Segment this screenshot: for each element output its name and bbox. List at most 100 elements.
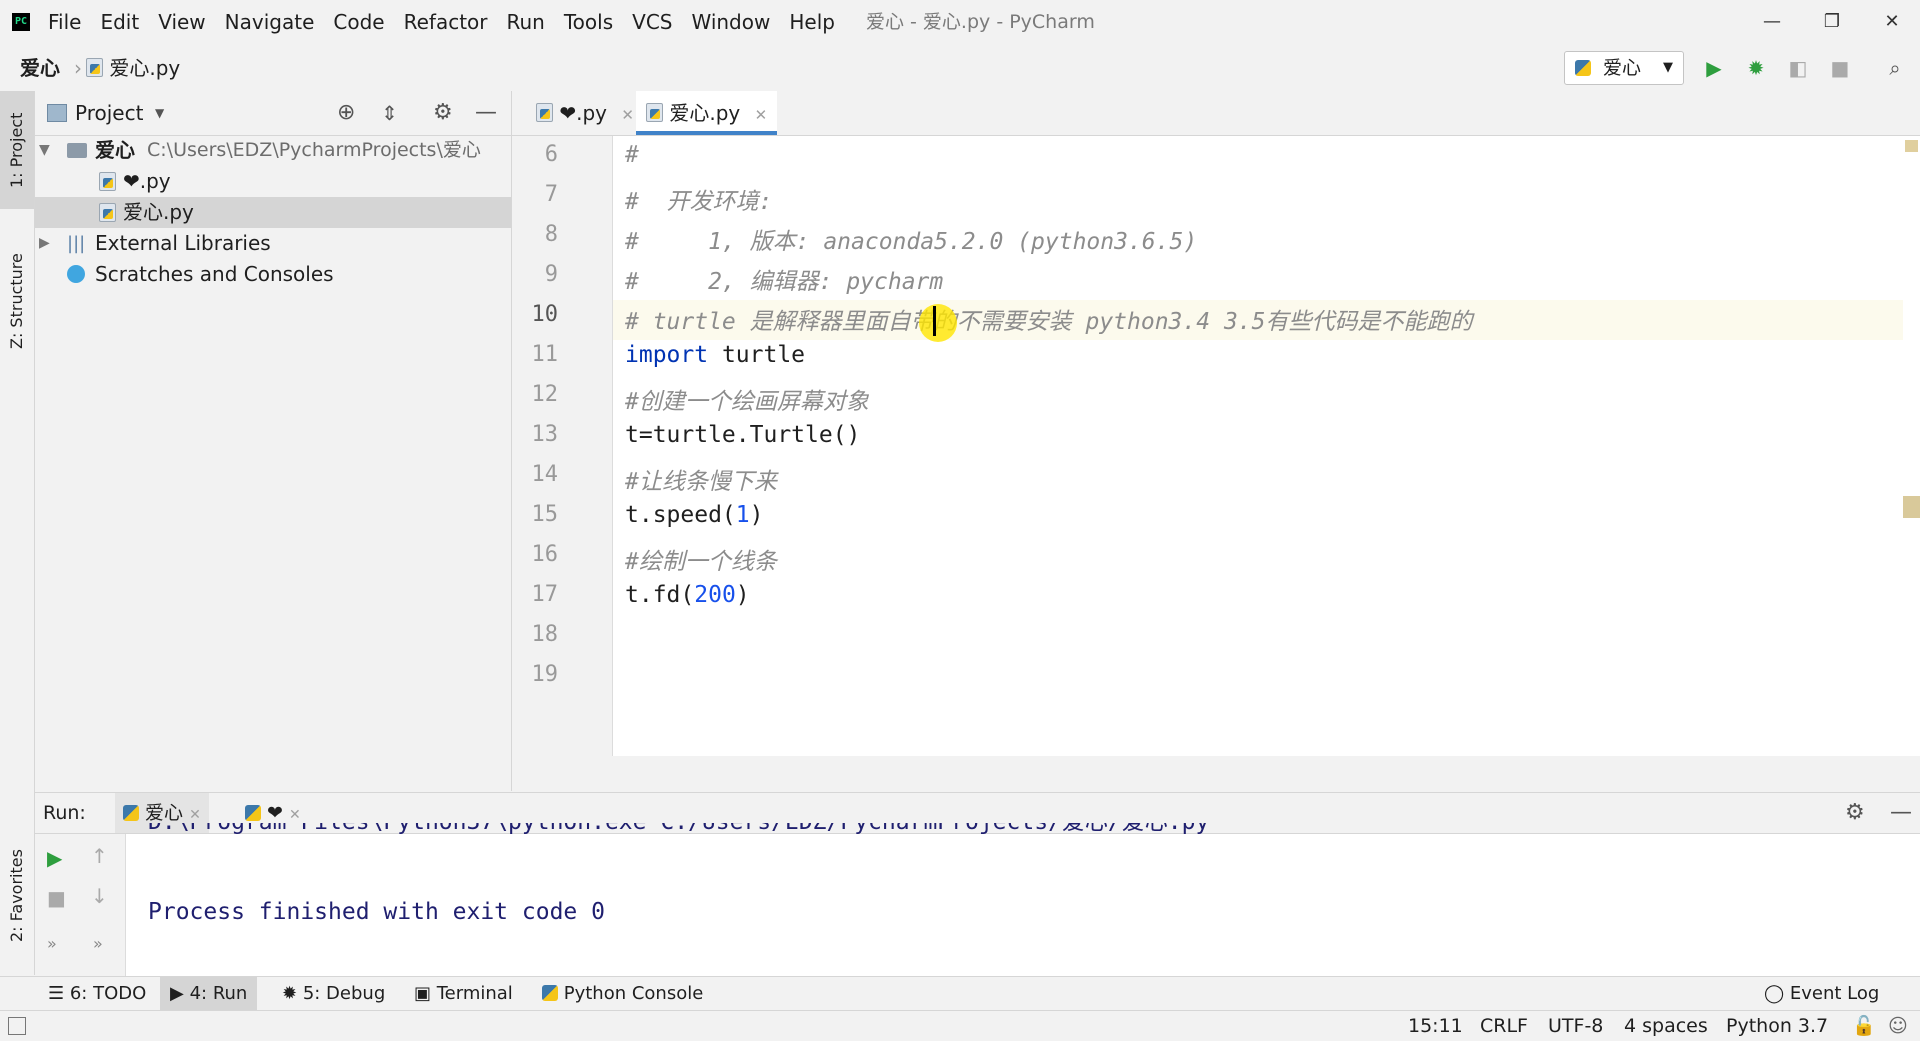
line-number: 10 — [531, 302, 559, 327]
menu-help[interactable]: Help — [789, 0, 835, 44]
left-tool-strip: 1: Project Z: Structure 2: Favorites — [0, 91, 35, 975]
run-tab-label: 爱心 — [145, 802, 184, 824]
breadcrumb-file[interactable]: 爱心.py — [86, 45, 180, 91]
code-editor[interactable]: # # 开发环境: # 1, 版本: anaconda5.2.0 (python… — [613, 136, 1903, 756]
navigation-bar: 爱心 › 爱心.py 爱心 ▼ ▶ ✹ ◧ ■ ⌕ — [0, 45, 1920, 92]
tab-label: ❤.py — [559, 101, 608, 125]
arrow-up-icon[interactable]: ↑ — [91, 844, 108, 868]
editor-scrollbar[interactable] — [1903, 136, 1920, 756]
hide-panel-icon[interactable]: — — [475, 91, 497, 135]
debug-bug-icon: ✹ — [282, 983, 303, 1004]
line-number-gutter: 6 7 8 9 10 11 12 13 14 15 16 17 18 19 — [512, 136, 613, 756]
line-number: 9 — [544, 262, 558, 287]
lock-icon[interactable]: 🔓 — [1852, 1011, 1876, 1041]
breadcrumb-project[interactable]: 爱心 — [20, 45, 60, 91]
close-window-button[interactable]: ✕ — [1864, 0, 1920, 44]
line-number: 19 — [531, 662, 559, 687]
more-icon[interactable]: » — [93, 934, 103, 953]
search-icon[interactable]: ⌕ — [1884, 57, 1906, 79]
menu-code[interactable]: Code — [333, 0, 384, 44]
run-configuration-label: 爱心 — [1603, 57, 1642, 79]
menu-run[interactable]: Run — [507, 0, 545, 44]
todo-tool-tab[interactable]: ☰ 6: TODO — [38, 977, 156, 1011]
menu-view[interactable]: View — [158, 0, 205, 44]
menu-window[interactable]: Window — [691, 0, 770, 44]
hide-panel-icon[interactable]: — — [1890, 793, 1912, 833]
indent-setting[interactable]: 4 spaces — [1624, 1011, 1708, 1041]
close-tab-icon[interactable]: ✕ — [189, 807, 201, 823]
gear-icon[interactable]: ⚙ — [1845, 793, 1865, 833]
terminal-tool-tab[interactable]: ▣ Terminal — [404, 977, 523, 1011]
menu-edit[interactable]: Edit — [100, 0, 139, 44]
line-separator[interactable]: CRLF — [1480, 1011, 1528, 1041]
debug-bug-icon[interactable]: ✹ — [1745, 57, 1767, 79]
tree-item-heart-file[interactable]: ❤.py — [35, 166, 511, 197]
tree-item-scratches[interactable]: Scratches and Consoles — [35, 259, 511, 290]
more-icon[interactable]: » — [47, 934, 57, 953]
tool-tab-label: Event Log — [1789, 983, 1880, 1004]
code-line: t.speed(1) — [625, 502, 764, 528]
stop-icon[interactable]: ■ — [1829, 57, 1851, 79]
close-tab-icon[interactable]: ✕ — [289, 807, 301, 823]
code-line: t.fd(200) — [625, 582, 750, 608]
structure-tool-tab[interactable]: Z: Structure — [0, 231, 34, 371]
stop-icon[interactable]: ■ — [47, 886, 66, 910]
project-panel: Project ▼ ⊕ ⇕ ⚙ — ▼ 爱心 C:\Users\EDZ\Pych… — [35, 91, 512, 791]
line-number: 15 — [531, 502, 559, 527]
chevron-down-icon: ▼ — [1663, 60, 1673, 75]
code-line: import turtle — [625, 342, 805, 368]
tool-tab-label: 5: Debug — [302, 983, 386, 1004]
tree-item-external-libraries[interactable]: ▶ ||| External Libraries — [35, 228, 511, 259]
chevron-down-icon[interactable]: ▼ — [155, 91, 164, 135]
project-tool-tab[interactable]: 1: Project — [0, 91, 34, 209]
close-tab-icon[interactable]: ✕ — [621, 106, 634, 124]
editor-tabs: ❤.py ✕ 爱心.py ✕ — [512, 91, 1920, 136]
run-icon[interactable]: ▶ — [1703, 57, 1725, 79]
terminal-icon: ▣ — [414, 983, 437, 1004]
tree-item-aixin-file[interactable]: 爱心.py — [35, 197, 511, 228]
inspection-marker[interactable] — [1905, 140, 1918, 152]
line-number: 6 — [544, 142, 558, 167]
text-caret — [933, 306, 936, 336]
inspector-icon[interactable]: ☺ — [1888, 1011, 1908, 1041]
tool-tab-label: 4: Run — [189, 983, 248, 1004]
minimize-button[interactable]: — — [1744, 0, 1800, 44]
tool-tab-label: 6: TODO — [69, 983, 147, 1004]
run-tool-tab[interactable]: ▶ 4: Run — [160, 977, 258, 1011]
gear-icon[interactable]: ⚙ — [433, 91, 453, 135]
close-tab-icon[interactable]: ✕ — [755, 106, 768, 124]
menu-navigate[interactable]: Navigate — [225, 0, 315, 44]
tab-heart-py[interactable]: ❤.py ✕ — [526, 91, 644, 135]
tool-tab-label: Terminal — [436, 983, 513, 1004]
tab-label: 爱心.py — [669, 101, 741, 125]
menu-file[interactable]: File — [48, 0, 81, 44]
locate-file-icon[interactable]: ⊕ — [337, 91, 355, 135]
python-file-icon — [99, 172, 116, 191]
collapse-all-icon[interactable]: ⇕ — [381, 91, 398, 135]
coverage-icon[interactable]: ◧ — [1787, 57, 1809, 79]
debug-tool-tab[interactable]: ✹ 5: Debug — [272, 977, 395, 1011]
python-interpreter[interactable]: Python 3.7 — [1726, 1011, 1828, 1041]
menu-vcs[interactable]: VCS — [632, 0, 672, 44]
menu-refactor[interactable]: Refactor — [404, 0, 488, 44]
favorites-tool-tab[interactable]: 2: Favorites — [0, 831, 34, 961]
python-console-tool-tab[interactable]: Python Console — [532, 977, 713, 1011]
run-configuration-select[interactable]: 爱心 ▼ — [1564, 51, 1684, 85]
tree-item-project-root[interactable]: ▼ 爱心 C:\Users\EDZ\PycharmProjects\爱心 — [35, 135, 511, 166]
main-menu: File Edit View Navigate Code Refactor Ru… — [48, 0, 854, 44]
caret-position[interactable]: 15:11 — [1408, 1011, 1463, 1041]
rerun-icon[interactable]: ▶ — [47, 846, 62, 870]
code-line: t=turtle.Turtle() — [625, 422, 861, 448]
event-log-tool-tab[interactable]: ◯ Event Log — [1754, 977, 1889, 1011]
arrow-down-icon[interactable]: ↓ — [91, 884, 108, 908]
chevron-right-icon[interactable]: ▶ — [39, 228, 50, 259]
list-icon: ☰ — [48, 983, 70, 1004]
restore-button[interactable]: ❐ — [1804, 0, 1860, 44]
file-encoding[interactable]: UTF-8 — [1548, 1011, 1603, 1041]
chevron-down-icon[interactable]: ▼ — [39, 135, 50, 166]
tab-aixin-py[interactable]: 爱心.py ✕ — [636, 91, 778, 135]
menu-tools[interactable]: Tools — [564, 0, 613, 44]
toggle-tool-windows-icon[interactable] — [8, 1017, 26, 1035]
project-view-select[interactable]: Project — [75, 91, 143, 135]
error-stripe-marker[interactable] — [1903, 496, 1920, 518]
